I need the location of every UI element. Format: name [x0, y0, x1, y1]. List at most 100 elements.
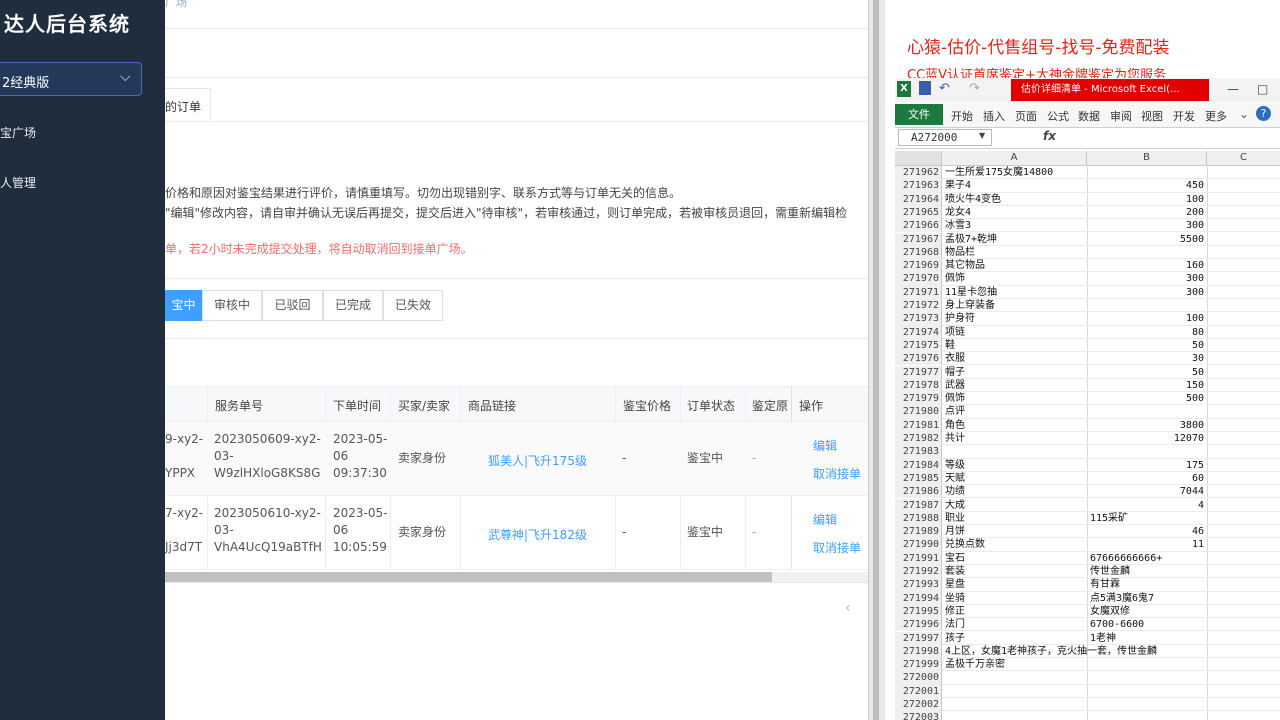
sheet-row[interactable]: 272002: [895, 698, 1280, 712]
cell-a[interactable]: 佩饰: [945, 392, 965, 405]
filter-tab-appraising[interactable]: 宝中: [165, 290, 202, 321]
row-number[interactable]: 271974: [895, 325, 942, 339]
cell-b[interactable]: 7044: [1090, 485, 1204, 498]
cell-b[interactable]: 200: [1090, 206, 1204, 219]
row-number[interactable]: 271985: [895, 471, 942, 486]
cell-b[interactable]: 80: [1090, 326, 1204, 339]
sheet-row[interactable]: 271973 护身符 100: [895, 312, 1280, 326]
cell-a[interactable]: 月饼: [945, 525, 965, 538]
cell-a[interactable]: 套装: [945, 565, 965, 578]
horizontal-scrollbar[interactable]: [165, 572, 868, 582]
sheet-row[interactable]: 271971 11星卡忽抽 300: [895, 285, 1280, 299]
cell-a[interactable]: 兑换点数: [945, 538, 985, 551]
name-box[interactable]: A272000: [898, 129, 992, 146]
sheet-row[interactable]: 272003: [895, 711, 1280, 720]
cell-a[interactable]: 果子4: [945, 179, 971, 192]
row-number[interactable]: 272002: [895, 698, 942, 712]
cell-b[interactable]: 100: [1090, 193, 1204, 206]
sheet-row[interactable]: 271996 法门 6700-6600: [895, 618, 1280, 632]
redo-icon[interactable]: ↷: [969, 81, 980, 96]
select-all-corner[interactable]: [895, 151, 942, 165]
sheet-row[interactable]: 271997 孩子 1老神: [895, 631, 1280, 645]
pager-prev-button[interactable]: ‹: [845, 600, 851, 616]
sheet-row[interactable]: 271987 大成 4: [895, 498, 1280, 512]
sheet-row[interactable]: 271994 坐骑 点5满3魔6鬼7: [895, 591, 1280, 605]
sheet-row[interactable]: 271993 星盘 有甘霖: [895, 578, 1280, 592]
help-icon[interactable]: ?: [1256, 106, 1271, 121]
filter-tab-rejected[interactable]: 已驳回: [262, 290, 323, 321]
sheet-row[interactable]: 271985 天赋 60: [895, 471, 1280, 486]
row-number[interactable]: 271973: [895, 312, 942, 326]
sheet-row[interactable]: 271972 身上穿装备: [895, 299, 1280, 313]
sheet-row[interactable]: 271970 佩饰 300: [895, 272, 1280, 286]
cell-a[interactable]: 法门: [945, 618, 965, 631]
cell-b[interactable]: 160: [1090, 259, 1204, 272]
col-header-a[interactable]: A: [942, 151, 1087, 165]
cell-b[interactable]: 传世金麟: [1090, 565, 1204, 578]
row-number[interactable]: 271969: [895, 259, 942, 273]
cell-a[interactable]: 其它物品: [945, 259, 985, 272]
cell-a[interactable]: 物品栏: [945, 246, 975, 259]
ribbon-tab-data[interactable]: 数据: [1078, 108, 1100, 124]
minimize-icon[interactable]: —: [1227, 82, 1239, 96]
sheet-row[interactable]: 271964 喷火牛4变色 100: [895, 192, 1280, 206]
cell-a[interactable]: 宝石: [945, 552, 965, 565]
row-number[interactable]: 271977: [895, 365, 942, 379]
sheet-row[interactable]: 271995 修正 女魔双修: [895, 604, 1280, 619]
row-number[interactable]: 271989: [895, 525, 942, 539]
col-header-b[interactable]: B: [1087, 151, 1207, 165]
dropdown-icon[interactable]: ▼: [979, 131, 985, 140]
cell-a[interactable]: 角色: [945, 419, 965, 432]
row-number[interactable]: 271964: [895, 192, 942, 206]
row-number[interactable]: 272001: [895, 684, 942, 698]
sheet-row[interactable]: 272000: [895, 671, 1280, 685]
cell-b[interactable]: 6700-6600: [1090, 618, 1204, 631]
row-number[interactable]: 271995: [895, 604, 942, 619]
row-number[interactable]: 271999: [895, 658, 942, 672]
cell-a[interactable]: 喷火牛4变色: [945, 193, 1001, 206]
scrollbar-thumb[interactable]: [873, 0, 879, 720]
cell-b[interactable]: 300: [1090, 272, 1204, 285]
sheet-row[interactable]: 271983: [895, 445, 1280, 459]
sheet-row[interactable]: 271989 月饼 46: [895, 525, 1280, 539]
sheet-row[interactable]: 271998 4上区，女魔1老神孩子，克火抽一套，传世金麟: [895, 644, 1280, 659]
cell-a[interactable]: 孟极7+乾坤: [945, 233, 997, 246]
cell-a[interactable]: 职业: [945, 512, 965, 525]
cell-a[interactable]: 4上区，女魔1老神孩子，克火抽一套，传世金麟: [945, 645, 1157, 658]
row-number[interactable]: 271993: [895, 578, 942, 592]
ribbon-tab-review[interactable]: 审阅: [1110, 108, 1132, 124]
cell-b[interactable]: 67666666666+: [1090, 552, 1204, 565]
sheet-row[interactable]: 271990 兑换点数 11: [895, 538, 1280, 552]
sheet-row[interactable]: 271981 角色 3800: [895, 418, 1280, 432]
cell-b[interactable]: 300: [1090, 286, 1204, 299]
sheet-row[interactable]: 271977 帽子 50: [895, 365, 1280, 379]
filter-tab-completed[interactable]: 已完成: [323, 290, 383, 321]
sheet-row[interactable]: 271967 孟极7+乾坤 5500: [895, 232, 1280, 246]
sheet-row[interactable]: 271968 物品栏: [895, 245, 1280, 260]
cell-b[interactable]: 点5满3魔6鬼7: [1090, 592, 1204, 605]
fx-icon[interactable]: fx: [1043, 129, 1056, 143]
sheet-row[interactable]: 271992 套装 传世金麟: [895, 565, 1280, 579]
cell-b[interactable]: 60: [1090, 472, 1204, 485]
row-number[interactable]: 271965: [895, 205, 942, 220]
cell-b[interactable]: 150: [1090, 379, 1204, 392]
row-number[interactable]: 271982: [895, 432, 942, 446]
cell-b[interactable]: 女魔双修: [1090, 605, 1204, 618]
sheet-row[interactable]: 271969 其它物品 160: [895, 259, 1280, 273]
row-number[interactable]: 271975: [895, 338, 942, 353]
row-number[interactable]: 271966: [895, 219, 942, 233]
sheet-row[interactable]: 271991 宝石 67666666666+: [895, 551, 1280, 565]
sidebar-item-plaza[interactable]: 宝广场: [0, 124, 36, 141]
cell-a[interactable]: 等级: [945, 459, 965, 472]
cell-a[interactable]: 护身符: [945, 312, 975, 325]
cell-a[interactable]: 孩子: [945, 632, 965, 645]
sheet-row[interactable]: 271980 点评: [895, 405, 1280, 419]
row-number[interactable]: 271968: [895, 245, 942, 260]
cell-b[interactable]: 115采矿: [1090, 512, 1204, 525]
cancel-order-button[interactable]: 取消接单: [813, 465, 861, 482]
row-number[interactable]: 271963: [895, 179, 942, 193]
row-number[interactable]: 271986: [895, 485, 942, 499]
cell-a[interactable]: 功绩: [945, 485, 965, 498]
sheet-row[interactable]: 271963 果子4 450: [895, 179, 1280, 193]
sheet-row[interactable]: 271986 功绩 7044: [895, 485, 1280, 499]
